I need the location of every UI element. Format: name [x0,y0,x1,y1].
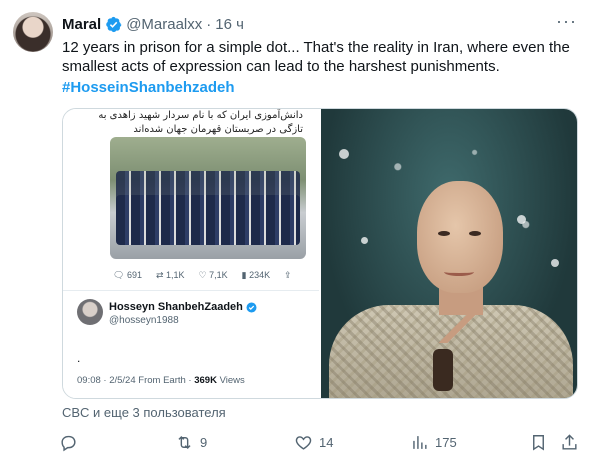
media-image-portrait[interactable] [321,109,577,398]
author-handle[interactable]: @Maraalxx [126,16,202,33]
heart-icon [295,435,312,450]
embedded-footer: 09:08 · 2/5/24 From Earth · 369K Views [77,375,245,386]
embedded-quoted-handle: @hosseyn1988 [109,315,179,326]
bookmark-button[interactable] [529,433,548,452]
media-grid: دانش‌آموزی ایران که با نام سردار شهید زا… [62,108,578,399]
embedded-divider [63,290,319,291]
like-count: 14 [319,434,334,450]
embedded-quoted-avatar [77,299,103,325]
hashtag-link[interactable]: #HosseinShanbehzadeh [62,78,587,97]
tweet-header: Maral @Maraalxx · 16 ч [62,14,244,34]
tweet-time[interactable]: 16 ч [215,16,244,33]
views-count: 175 [435,434,457,450]
author-display-name[interactable]: Maral [62,16,101,33]
portrait-eye [438,231,450,236]
bookmark-icon [533,434,544,451]
embedded-stats-bar: 🗨 691 ⇄ 1,1K ♡ 7,1K ▮ 234K ⇪ [113,270,292,281]
embedded-quoted-body: . [77,351,81,365]
liked-by-text[interactable]: CBC и еще 3 пользователя [62,405,226,420]
portrait-sunglasses [433,349,453,391]
embedded-share-icon: ⇪ [284,270,292,280]
views-button[interactable]: 175 [410,433,457,452]
like-button[interactable]: 14 [294,433,333,452]
embedded-team-photo [110,137,306,259]
team-front-row [116,195,300,245]
portrait-eye [469,231,481,236]
more-options-icon[interactable]: ··· [556,12,577,30]
verified-badge-icon [106,16,122,32]
background-light [517,215,526,224]
share-icon [562,433,577,450]
reply-button[interactable] [59,433,84,452]
retweet-count: 9 [200,434,208,450]
media-image-screenshot[interactable]: دانش‌آموزی ایران که با نام سردار شهید زا… [63,109,321,398]
author-avatar[interactable] [13,12,53,52]
embedded-reply-stat: 🗨 691 [113,270,142,280]
tweet-body: 12 years in prison for a simple dot... T… [62,38,587,97]
embedded-persian-caption: دانش‌آموزی ایران که با نام سردار شهید زا… [98,110,303,135]
reply-icon [61,435,76,451]
embedded-quoted-name: Hosseyn ShanbehZaadeh [109,301,257,313]
action-bar: 9 14 175 [55,430,585,454]
embedded-retweet-stat: ⇄ 1,1K [155,270,185,280]
portrait-head [417,181,503,293]
portrait-collar [429,307,493,343]
embedded-views-stat: ▮ 234K [241,270,271,280]
embedded-verified-icon [246,302,257,312]
background-light [339,149,349,159]
embedded-like-stat: ♡ 7,1K [198,270,228,280]
retweet-icon [178,435,191,449]
share-button[interactable] [560,433,579,452]
header-separator: · [206,15,212,33]
background-light [361,237,368,244]
background-light [551,259,559,267]
portrait-mouth [444,268,474,276]
retweet-button[interactable]: 9 [175,433,207,452]
tweet-text: 12 years in prison for a simple dot... T… [62,39,570,75]
views-chart-icon [413,435,427,449]
